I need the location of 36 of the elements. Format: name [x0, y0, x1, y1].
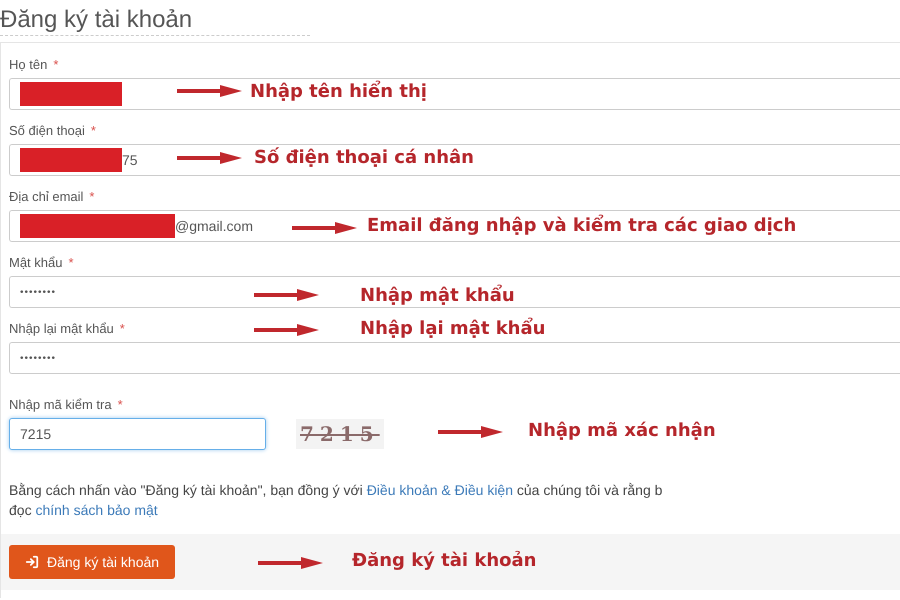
annotation-text: Nhập tên hiển thị — [250, 81, 427, 103]
field-label: Địa chỉ email — [9, 188, 84, 206]
password-field[interactable]: •••••••• — [9, 342, 900, 374]
annotation-text: Nhập lại mật khẩu — [360, 318, 546, 340]
field-label: Nhập lại mật khẩu — [9, 320, 114, 338]
privacy-link[interactable]: chính sách bảo mật — [35, 502, 158, 518]
arrow-icon — [258, 557, 323, 569]
arrow-icon — [292, 222, 357, 234]
arrow-icon — [177, 152, 242, 164]
annotation-text: Nhập mật khẩu — [360, 285, 515, 307]
required-mark: * — [89, 188, 94, 206]
arrow-icon — [254, 324, 319, 336]
annotation-text: Số điện thoại cá nhân — [254, 147, 474, 169]
terms-link[interactable]: Điều khoản & Điều kiện — [366, 482, 513, 498]
sign-in-icon — [25, 555, 39, 569]
arrow-icon — [177, 85, 242, 97]
arrow-icon — [438, 426, 503, 438]
field-label: Họ tên — [9, 56, 48, 74]
annotation-text: Đăng ký tài khoản — [352, 550, 536, 572]
field-label: Số điện thoại — [9, 122, 85, 140]
register-button[interactable]: Đăng ký tài khoản — [9, 545, 176, 579]
annotation-text: Nhập mã xác nhận — [528, 420, 716, 442]
field-label: Nhập mã kiểm tra — [9, 396, 112, 414]
captcha-field[interactable]: 7215 — [9, 418, 266, 450]
field-label: Mật khẩu — [9, 254, 62, 272]
required-mark: * — [118, 396, 123, 414]
required-mark: * — [120, 320, 125, 338]
required-mark: * — [90, 122, 96, 140]
text-field[interactable] — [9, 78, 900, 110]
annotation-text: Email đăng nhập và kiểm tra các giao dịch — [367, 215, 796, 237]
page-title: Đăng ký tài khoản — [0, 5, 192, 35]
consent-text: Bằng cách nhấn vào "Đăng ký tài khoản", bạn đồng ý với Điều khoản & Điều kiện của chúng tôi và rằng b đọc chính sách bảo mật — [8, 481, 664, 520]
captcha-code: 7215 — [296, 419, 384, 449]
arrow-icon — [254, 289, 319, 301]
required-mark: * — [68, 254, 74, 272]
required-mark: * — [53, 56, 58, 74]
